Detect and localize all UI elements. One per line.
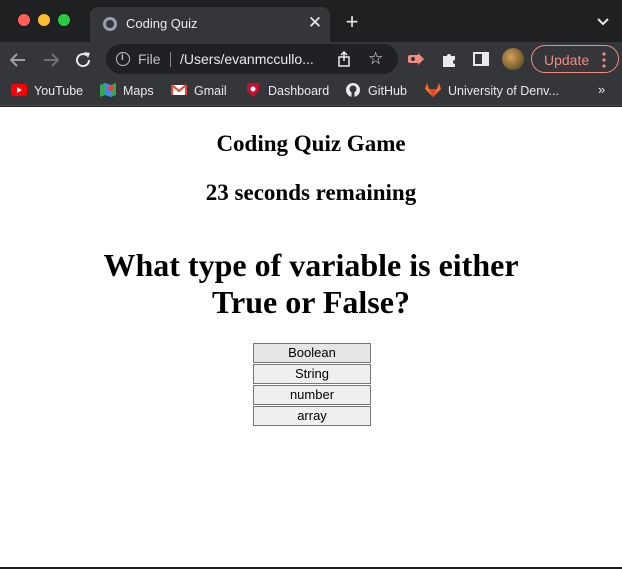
- quiz-page: Coding Quiz Game 23 seconds remaining Wh…: [0, 107, 622, 567]
- url-text[interactable]: /Users/evanmccullo...: [180, 51, 328, 67]
- timer-text: 23 seconds remaining: [205, 180, 417, 205]
- scheme-label: File: [138, 51, 161, 67]
- extension-arrow-icon[interactable]: [407, 50, 425, 68]
- maximize-window-button[interactable]: [58, 14, 70, 26]
- tab-close-button[interactable]: ✕: [306, 13, 324, 33]
- tab-strip: Coding Quiz ✕ +: [0, 0, 622, 42]
- youtube-icon: [11, 84, 27, 96]
- tab-title: Coding Quiz: [126, 16, 198, 31]
- bookmark-label: University of Denv...: [448, 84, 559, 98]
- browser-toolbar: File /Users/evanmccullo... ☆ Update: [0, 42, 622, 76]
- bookmark-maps[interactable]: Maps: [100, 83, 154, 99]
- info-icon[interactable]: [116, 52, 130, 66]
- more-menu-icon[interactable]: [602, 52, 606, 68]
- bookmarks-overflow-button[interactable]: »: [598, 82, 605, 97]
- bookmark-label: Gmail: [194, 84, 227, 98]
- answer-list: Boolean String number array: [253, 343, 371, 427]
- answer-button-number[interactable]: number: [253, 385, 371, 405]
- answer-button-array[interactable]: array: [253, 406, 371, 426]
- bookmark-gmail[interactable]: Gmail: [171, 83, 227, 99]
- gmail-icon: [171, 84, 187, 95]
- bookmark-university[interactable]: University of Denv...: [425, 83, 559, 99]
- profile-avatar[interactable]: [502, 48, 524, 70]
- chevron-down-icon[interactable]: [596, 16, 610, 28]
- address-bar[interactable]: File /Users/evanmccullo... ☆: [106, 44, 398, 74]
- gitlab-icon: [425, 83, 441, 97]
- bookmark-dashboard[interactable]: Dashboard: [245, 83, 329, 99]
- minimize-window-button[interactable]: [38, 14, 50, 26]
- puzzle-icon[interactable]: [440, 50, 458, 68]
- bookmark-label: Maps: [123, 84, 154, 98]
- bookmark-star-icon[interactable]: ☆: [368, 49, 383, 69]
- question-text: What type of variable is either True or …: [103, 247, 519, 320]
- page-title: Coding Quiz Game: [216, 131, 406, 156]
- new-tab-button[interactable]: +: [342, 11, 362, 33]
- maps-icon: [100, 83, 116, 97]
- reload-icon[interactable]: [73, 50, 93, 70]
- globe-icon: [103, 17, 117, 31]
- close-window-button[interactable]: [18, 14, 30, 26]
- answer-button-string[interactable]: String: [253, 364, 371, 384]
- github-icon: [346, 83, 360, 97]
- bookmark-label: Dashboard: [268, 84, 330, 98]
- side-panel-icon[interactable]: [472, 50, 490, 68]
- bookmark-label: GitHub: [368, 84, 407, 98]
- browser-tab[interactable]: Coding Quiz ✕: [90, 7, 330, 42]
- answer-button-boolean[interactable]: Boolean: [253, 343, 371, 363]
- bookmarks-bar: YouTube Maps Gmail Dashboard GitHub Univ…: [0, 76, 622, 106]
- update-label: Update: [544, 52, 590, 68]
- omnibox-divider: [170, 52, 171, 67]
- bookmark-github[interactable]: GitHub: [345, 83, 407, 99]
- update-button[interactable]: Update: [531, 45, 619, 73]
- dashboard-icon: [247, 83, 259, 97]
- bookmark-youtube[interactable]: YouTube: [11, 83, 83, 99]
- bookmark-label: YouTube: [34, 84, 84, 98]
- forward-arrow-icon[interactable]: [41, 50, 61, 70]
- share-icon[interactable]: [336, 51, 352, 67]
- back-arrow-icon[interactable]: [8, 50, 28, 70]
